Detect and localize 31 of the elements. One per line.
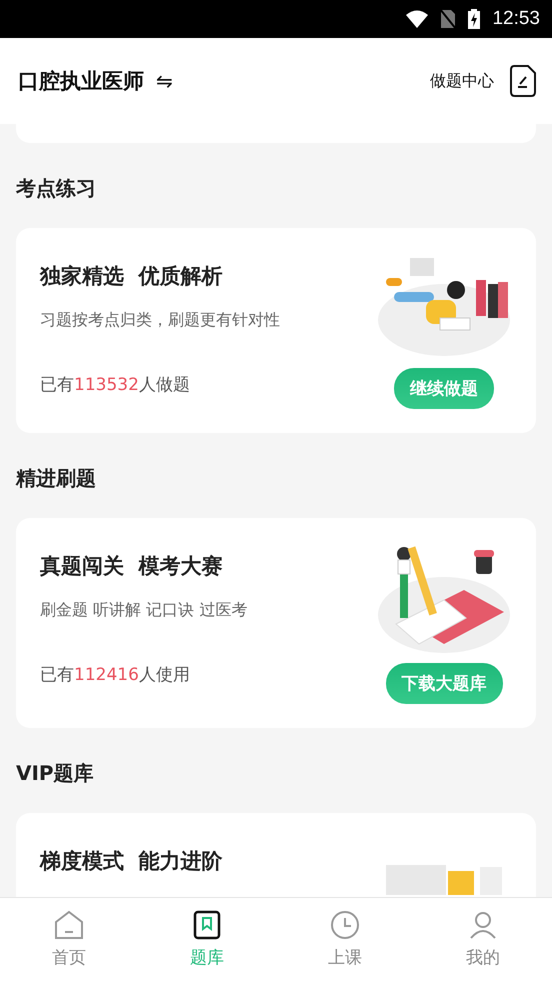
document-edit-icon[interactable] <box>510 65 536 97</box>
feature-card[interactable]: 独家精选 优质解析 习题按考点归类，刷题更有针对性 已有113532人做题 继续做题 <box>16 228 536 433</box>
battery-charging-icon <box>468 9 480 29</box>
practice-center-link[interactable]: 做题中心 <box>430 70 494 92</box>
feature-card[interactable]: 梯度模式 能力进阶 <box>16 813 536 897</box>
action-button[interactable]: 下载大题库 <box>386 663 502 704</box>
card-heading: 真题闯关 模考大赛 <box>40 553 224 580</box>
feature-card[interactable]: 真题闯关 模考大赛 刷金题 听讲解 记口诀 过医考 已有112416人使用 下载大题库 <box>16 518 536 728</box>
card-heading: 独家精选 优质解析 <box>40 263 224 290</box>
clock-icon <box>330 910 360 940</box>
user-count: 已有113532人做题 <box>40 374 191 396</box>
action-button[interactable]: 继续做题 <box>394 368 494 409</box>
card-subtitle: 习题按考点归类，刷题更有针对性 <box>40 310 281 331</box>
nav-tab[interactable]: 我的 <box>466 910 500 969</box>
nav-tab[interactable]: 题库 <box>190 910 224 969</box>
person-icon <box>468 910 498 940</box>
nav-tab[interactable]: 上课 <box>328 910 362 969</box>
section-title: 考点练习 <box>16 175 97 202</box>
bookmark-icon <box>193 910 221 940</box>
card-heading: 梯度模式 能力进阶 <box>40 848 224 875</box>
switch-button[interactable]: ⇋ <box>156 69 173 93</box>
section-title: 精进刷题 <box>16 465 97 492</box>
exam-title: 口腔执业医师 <box>18 68 144 95</box>
user-count: 已有112416人使用 <box>40 664 191 686</box>
status-time: 12:53 <box>492 8 540 30</box>
home-icon <box>54 910 84 940</box>
no-sim-icon <box>440 9 456 29</box>
section-title: VIP题库 <box>16 760 95 787</box>
wifi-icon <box>406 10 428 28</box>
nav-tab[interactable]: 首页 <box>52 910 86 969</box>
card-subtitle: 刷金题 听讲解 记口诀 过医考 <box>40 600 248 621</box>
